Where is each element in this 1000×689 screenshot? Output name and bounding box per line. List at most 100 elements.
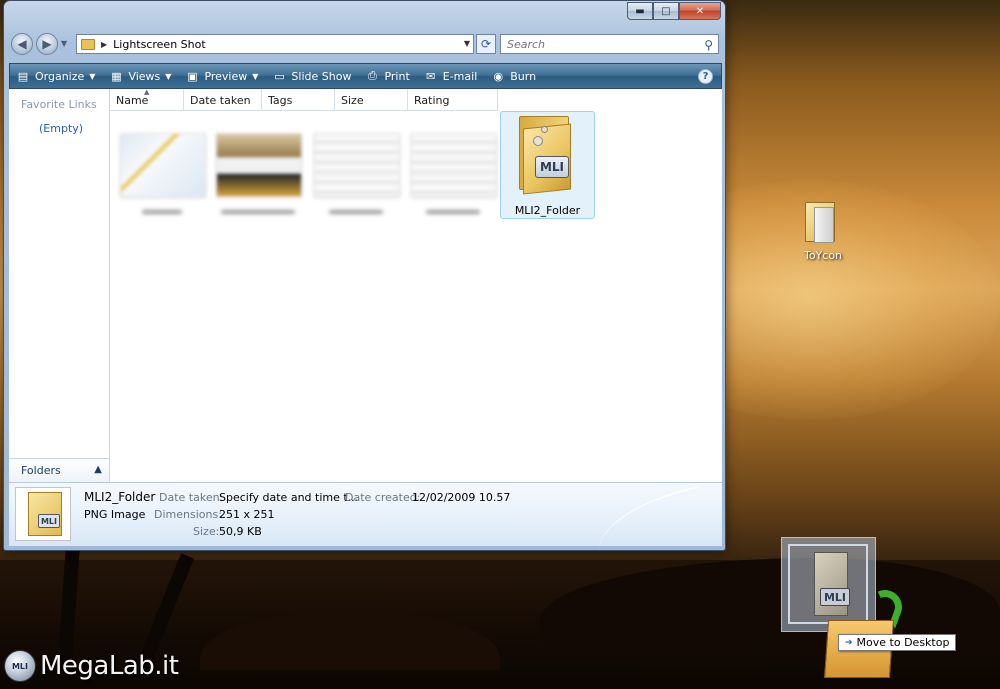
minimize-button[interactable]: ▬ [627, 2, 653, 20]
drag-ghost-image: MLI [781, 537, 876, 632]
date-taken-value[interactable]: Specify date and time t... [219, 491, 358, 504]
logo-text: MLI [11, 661, 29, 671]
watermark-text: MegaLab.it [40, 651, 179, 681]
navigation-pane: Favorite Links (Empty) Folders ▲ [9, 89, 110, 482]
desktop-icon-toycon[interactable]: ToYcon [795, 202, 851, 266]
details-file-type: PNG Image [84, 508, 146, 521]
megalab-logo-icon: MLI [4, 650, 36, 682]
column-size[interactable]: Size [335, 89, 408, 111]
email-button[interactable]: ✉ E-mail [418, 64, 486, 88]
address-dropdown-icon[interactable]: ▼ [464, 39, 470, 48]
file-tile[interactable] [208, 111, 303, 219]
size-value: 50,9 KB [219, 525, 262, 538]
chevron-up-icon: ▲ [94, 464, 102, 475]
refresh-icon: ⟳ [480, 37, 492, 51]
date-taken-label: Date taken: [159, 491, 224, 504]
chevron-down-icon: ▼ [165, 71, 172, 81]
print-icon: ⎙ [368, 69, 377, 82]
dimensions-label: Dimensions: [154, 508, 222, 521]
burn-label: Burn [510, 69, 537, 83]
watermark: MLI MegaLab.it [4, 646, 179, 686]
dimensions-value: 251 x 251 [219, 508, 275, 521]
column-rating[interactable]: Rating [408, 89, 498, 111]
column-date-taken[interactable]: Date taken [184, 89, 262, 111]
file-list: ▲ Name Date taken Tags Size Rating MLI M… [110, 88, 722, 482]
help-icon[interactable]: ? [698, 69, 713, 84]
back-button[interactable]: ◀ [11, 33, 33, 55]
search-icon[interactable]: ⚲ [704, 38, 713, 52]
close-button[interactable]: ✕ [679, 2, 721, 20]
details-thumbnail: MLI [15, 487, 71, 541]
column-name[interactable]: ▲ Name [110, 88, 184, 111]
burn-button[interactable]: ◉ Burn [485, 64, 544, 88]
search-box[interactable]: ⚲ [500, 34, 719, 54]
file-tile[interactable] [112, 111, 207, 219]
close-icon: ✕ [695, 5, 705, 17]
drag-tooltip-text: Move to Desktop [856, 636, 950, 649]
file-tile[interactable] [306, 111, 401, 219]
preview-icon: ▣ [187, 69, 198, 83]
blurred-filename [413, 207, 493, 217]
column-rating-label: Rating [414, 93, 450, 107]
folder-image-icon: MLI [515, 116, 577, 195]
refresh-button[interactable]: ⟳ [476, 34, 496, 54]
forward-arrow-icon: ▶ [42, 37, 52, 51]
command-toolbar: ▤ Organize ▼ ▦ Views ▼ ▣ Preview ▼ ▭ Sli… [9, 63, 722, 89]
views-button[interactable]: ▦ Views ▼ [103, 64, 179, 88]
blurred-filename [316, 207, 396, 217]
breadcrumb-chevron-icon[interactable]: ▶ [101, 40, 107, 49]
file-name: MLI2_Folder [514, 204, 581, 217]
explorer-window: ▬ □ ✕ ◀ ▶ ▼ ▶ Lightscreen Shot ▼ ⟳ ⚲ ▤ O… [3, 0, 726, 551]
date-created-value: 12/02/2009 10.57 [412, 491, 511, 504]
desktop-icon-label: ToYcon [803, 249, 843, 262]
organize-button[interactable]: ▤ Organize ▼ [10, 64, 103, 88]
slideshow-button[interactable]: ▭ Slide Show [266, 64, 359, 88]
forward-button[interactable]: ▶ [36, 33, 58, 55]
file-tile[interactable] [403, 111, 498, 219]
details-pane: MLI MLI2_Folder PNG Image Date taken: Sp… [9, 482, 722, 550]
date-created-label: Date created: [345, 491, 421, 504]
search-input[interactable] [507, 37, 687, 51]
organize-label: Organize [35, 69, 85, 83]
email-label: E-mail [442, 69, 478, 83]
mli-badge: MLI [38, 514, 60, 528]
organize-icon: ▤ [17, 69, 29, 83]
address-row: ◀ ▶ ▼ ▶ Lightscreen Shot ▼ ⟳ ⚲ [4, 31, 725, 59]
image-thumbnail [314, 133, 400, 197]
burn-icon: ◉ [493, 69, 504, 83]
column-tags[interactable]: Tags [262, 89, 335, 111]
views-icon: ▦ [111, 69, 122, 83]
decorative-swoosh [590, 486, 708, 550]
recent-pages-dropdown[interactable]: ▼ [61, 39, 67, 48]
size-label: Size: [193, 525, 220, 538]
details-file-name: MLI2_Folder [84, 490, 156, 504]
maximize-button[interactable]: □ [653, 2, 679, 20]
favorite-links-empty: (Empty) [39, 122, 84, 135]
folders-label: Folders [21, 464, 61, 477]
folders-toggle[interactable]: Folders ▲ [9, 458, 109, 482]
folder-image-icon [814, 552, 848, 616]
maximize-icon: □ [661, 5, 671, 17]
chevron-down-icon: ▼ [89, 71, 96, 81]
image-thumbnail [120, 133, 206, 197]
address-bar[interactable]: ▶ Lightscreen Shot ▼ [76, 34, 474, 54]
file-tile-selected[interactable]: MLI MLI2_Folder [500, 111, 595, 219]
slideshow-label: Slide Show [291, 69, 352, 83]
breadcrumb-current[interactable]: Lightscreen Shot [113, 38, 206, 51]
image-thumbnail [216, 133, 302, 197]
email-icon: ✉ [426, 69, 436, 83]
minimize-icon: ▬ [635, 5, 645, 17]
blurred-filename [122, 207, 202, 217]
mli-badge: MLI [820, 588, 850, 606]
mli-badge: MLI [535, 156, 569, 178]
preview-button[interactable]: ▣ Preview ▼ [179, 64, 266, 88]
chevron-down-icon: ▼ [252, 71, 259, 81]
sort-ascending-icon: ▲ [144, 88, 150, 96]
folder-icon [805, 202, 835, 243]
views-label: Views [128, 69, 161, 83]
column-date-taken-label: Date taken [190, 93, 251, 107]
back-arrow-icon: ◀ [17, 37, 27, 51]
print-button[interactable]: ⎙ Print [359, 64, 417, 88]
image-thumbnail [411, 133, 497, 197]
folder-icon [81, 38, 95, 50]
